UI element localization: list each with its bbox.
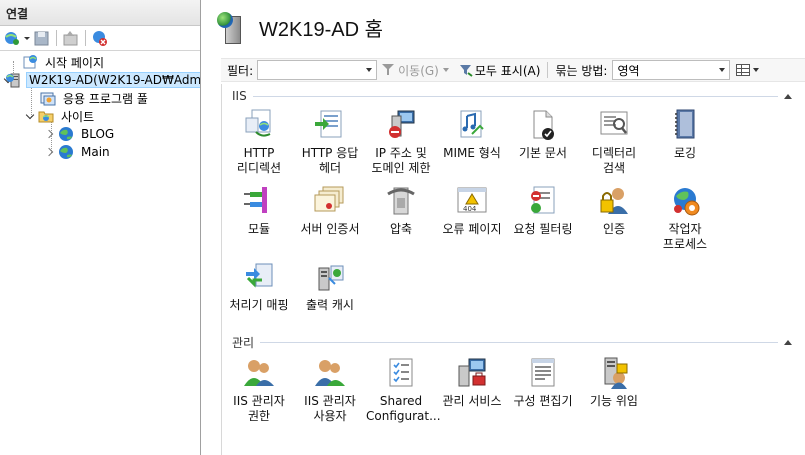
connections-tree: 시작 페이지 W2K19-AD(W2K19-AD₩Adm 응용 프로그램 풀 사… [0, 51, 200, 161]
feature-configuration-editor[interactable]: 구성 편집기 [508, 356, 578, 409]
iis-manager-window: 연결 시작 페이지 W2K19-AD(W2K19-AD₩Adm 응용 프로그램 … [0, 0, 805, 455]
collapse-caret-icon[interactable] [784, 93, 792, 99]
feature-http-redirect[interactable]: HTTP 리디렉션 [224, 108, 294, 176]
toolbar-separator [547, 62, 549, 78]
up-icon[interactable] [62, 29, 80, 47]
server-icon [217, 10, 245, 44]
svg-text:404: 404 [463, 205, 477, 213]
chevron-down-icon[interactable] [26, 111, 36, 121]
toolbar-separator [85, 30, 86, 46]
chevron-right-icon[interactable] [46, 129, 56, 139]
feature-mime-types[interactable]: MIME 형식 [437, 108, 507, 161]
directory-browsing-icon [597, 108, 631, 142]
server-icon [6, 72, 22, 88]
tree-item-app-pools[interactable]: 응용 프로그램 풀 [0, 89, 200, 107]
handler-mappings-icon [242, 260, 276, 294]
worker-processes-icon [668, 184, 702, 218]
shared-configuration-icon [384, 356, 418, 390]
filter-label: 필터: [227, 63, 254, 78]
feature-http-response-headers[interactable]: HTTP 응답 헤더 [295, 108, 365, 176]
connections-title: 연결 [0, 0, 200, 26]
connections-pane: 연결 시작 페이지 W2K19-AD(W2K19-AD₩Adm 응용 프로그램 … [0, 0, 201, 455]
site-globe-icon [58, 126, 74, 142]
filter-funnel-icon [382, 64, 395, 76]
collapse-caret-icon[interactable] [784, 339, 792, 345]
group-header-iis[interactable]: IIS [222, 88, 792, 104]
mime-types-icon [455, 108, 489, 142]
modules-icon [242, 184, 276, 218]
http-redirect-icon [242, 108, 276, 142]
configuration-editor-icon [526, 356, 560, 390]
connect-dropdown-icon[interactable] [23, 29, 31, 47]
authentication-icon [597, 184, 631, 218]
feature-error-pages[interactable]: 404 오류 페이지 [437, 184, 507, 237]
output-caching-icon [313, 260, 347, 294]
features-view: W2K19-AD 홈 필터: 이동(G) 모두 표시(A) 묶는 방법: 영역 [207, 0, 805, 455]
sites-folder-icon [38, 108, 54, 124]
toolbar-separator [56, 30, 57, 46]
feature-default-document[interactable]: 기본 문서 [508, 108, 578, 161]
request-filtering-icon [526, 184, 560, 218]
view-mode-button[interactable] [734, 61, 760, 79]
feature-modules[interactable]: 모듈 [224, 184, 294, 237]
error-pages-icon: 404 [455, 184, 489, 218]
feature-logging[interactable]: 로깅 [650, 108, 720, 161]
feature-output-caching[interactable]: 출력 캐시 [295, 260, 365, 313]
logging-icon [668, 108, 702, 142]
group-by-label: 묶는 방법: [555, 63, 608, 78]
group-by-select[interactable]: 영역 [612, 60, 731, 80]
server-certificates-icon [313, 184, 347, 218]
filter-input[interactable] [257, 60, 378, 80]
page-title: W2K19-AD 홈 [259, 18, 383, 41]
tree-item-site-blog[interactable]: BLOG [0, 125, 200, 143]
tree-item-start-page[interactable]: 시작 페이지 [0, 53, 200, 71]
feature-ip-restrictions[interactable]: IP 주소 및 도메인 제한 [366, 108, 436, 176]
chevron-down-icon [442, 68, 449, 72]
feature-compression[interactable]: 압축 [366, 184, 436, 237]
feature-iis-manager-permissions[interactable]: IIS 관리자 권한 [224, 356, 294, 424]
ip-restrictions-icon [384, 108, 418, 142]
tree-item-sites[interactable]: 사이트 [0, 107, 200, 125]
compression-icon [384, 184, 418, 218]
chevron-down-icon [752, 68, 759, 72]
feature-feature-delegation[interactable]: 기능 위임 [579, 356, 649, 409]
page-header: W2K19-AD 홈 [207, 0, 805, 54]
feature-authentication[interactable]: 인증 [579, 184, 649, 237]
chevron-down-icon [719, 68, 726, 72]
feature-worker-processes[interactable]: 작업자 프로세스 [650, 184, 720, 252]
chevron-right-icon[interactable] [46, 147, 56, 157]
feature-request-filtering[interactable]: 요청 필터링 [508, 184, 578, 237]
iis-manager-permissions-icon [242, 356, 276, 390]
feature-directory-browsing[interactable]: 디렉터리 검색 [579, 108, 649, 176]
grid-view-icon [735, 64, 750, 76]
default-document-icon [526, 108, 560, 142]
iis-manager-users-icon [313, 356, 347, 390]
feature-server-certificates[interactable]: 서버 인증서 [295, 184, 365, 237]
feature-handler-mappings[interactable]: 처리기 매핑 [224, 260, 294, 313]
app-pool-icon [40, 90, 56, 106]
group-header-management[interactable]: 관리 [222, 334, 792, 350]
go-button[interactable]: 이동(G) [377, 62, 454, 79]
show-all-icon [459, 65, 473, 77]
feature-management-service[interactable]: 관리 서비스 [437, 356, 507, 409]
chevron-down-icon [366, 68, 373, 72]
tree-item-server[interactable]: W2K19-AD(W2K19-AD₩Adm [0, 71, 200, 89]
site-globe-icon [58, 144, 74, 160]
management-service-icon [455, 356, 489, 390]
connect-globe-icon[interactable] [3, 29, 21, 47]
connections-toolbar [0, 26, 200, 51]
http-response-headers-icon [313, 108, 347, 142]
filter-bar: 필터: 이동(G) 모두 표시(A) 묶는 방법: 영역 [221, 58, 805, 82]
save-icon[interactable] [33, 29, 51, 47]
tree-item-site-main[interactable]: Main [0, 143, 200, 161]
start-page-icon [22, 54, 38, 70]
features-content: IIS HTTP 리디렉션 HTTP 응답 헤더 IP 주소 및 도메인 제한 … [221, 84, 805, 455]
feature-shared-configuration[interactable]: Shared Configurat... [366, 356, 441, 424]
disconnect-icon[interactable] [91, 29, 109, 47]
feature-iis-manager-users[interactable]: IIS 관리자 사용자 [295, 356, 365, 424]
show-all-button[interactable]: 모두 표시(A) [454, 62, 546, 79]
feature-delegation-icon [597, 356, 631, 390]
